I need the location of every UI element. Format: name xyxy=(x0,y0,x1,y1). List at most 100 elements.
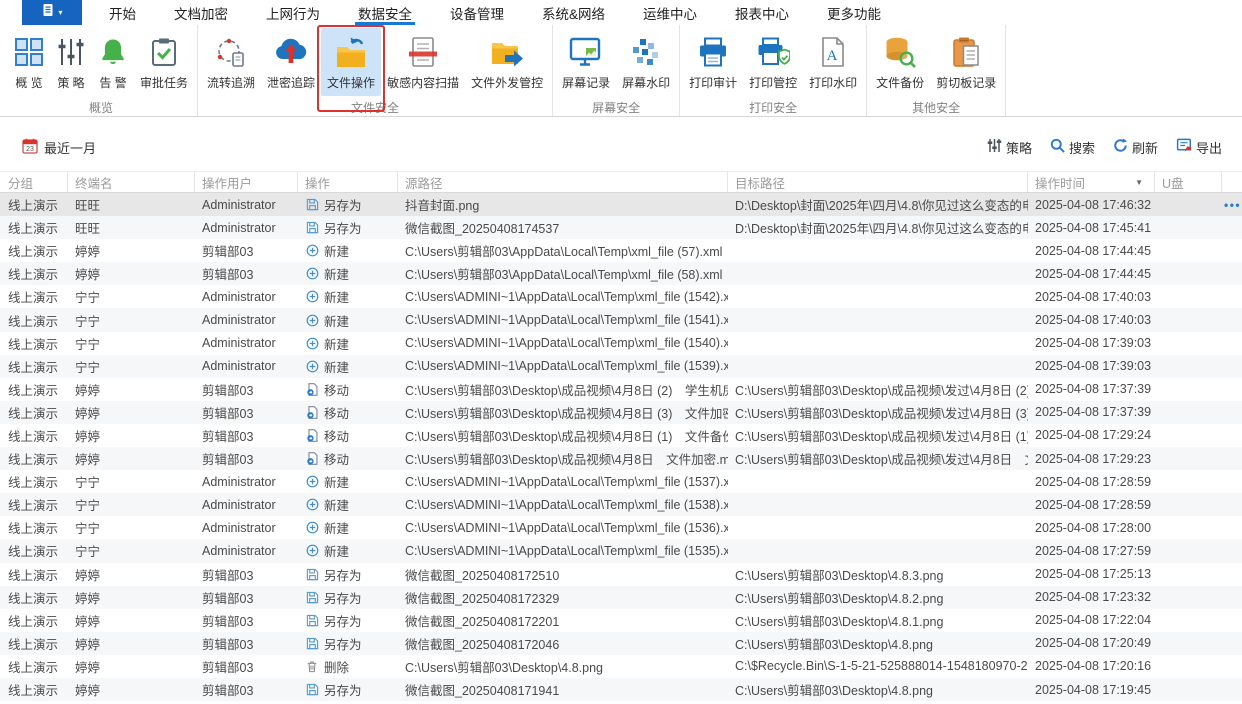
table-row[interactable]: 线上演示 宁宁 Administrator 新建 C:\Users\ADMINI~1\A… xyxy=(0,516,1242,539)
move-icon xyxy=(305,406,319,419)
cell-target-path: C:\Users\剪辑部03\Desktop\4.8.2.png xyxy=(735,591,944,606)
column-filter-caret-icon[interactable]: ▼ xyxy=(1135,178,1147,187)
ribbon-item-文件外发管控[interactable]: 文件外发管控 xyxy=(465,28,549,96)
cell-group: 线上演示 xyxy=(8,383,59,398)
cell-operation: 删除 xyxy=(298,655,398,678)
file-backup-icon xyxy=(884,32,917,72)
ribbon-item-告警[interactable]: 告 警 xyxy=(92,28,134,96)
ribbon-item-屏幕水印[interactable]: 屏幕水印 xyxy=(616,28,676,96)
ribbon-item-打印审计[interactable]: 打印审计 xyxy=(683,28,743,96)
tab-设备管理[interactable]: 设备管理 xyxy=(449,0,505,25)
column-header-操作用户[interactable]: 操作用户 xyxy=(195,172,298,192)
cell-time: 2025-04-08 17:44:45 xyxy=(1035,243,1152,258)
cell-operation: 新建 xyxy=(298,539,398,562)
table-row[interactable]: 线上演示 宁宁 Administrator 新建 C:\Users\ADMINI~1\A… xyxy=(0,470,1242,493)
ribbon-item-概览[interactable]: 概 览 xyxy=(8,28,50,96)
cell-row-menu xyxy=(1222,609,1242,632)
table-row[interactable]: 线上演示 宁宁 Administrator 新建 C:\Users\ADMINI~1\A… xyxy=(0,354,1242,378)
print-audit-icon xyxy=(697,32,729,72)
ribbon-group-items: 文件备份 剪切板记录 xyxy=(870,25,1002,96)
operation-label: 新建 xyxy=(324,314,350,329)
date-filter[interactable]: 23 最近一月 xyxy=(22,138,96,157)
column-header-目标路径[interactable]: 目标路径 xyxy=(728,172,1028,192)
column-header-源路径[interactable]: 源路径 xyxy=(398,172,728,192)
table-row[interactable]: 线上演示 婷婷 剪辑部03 新建 C:\Users\剪辑部03\AppData\Loca… xyxy=(0,262,1242,286)
column-header-终端名[interactable]: 终端名 xyxy=(68,172,195,192)
tab-系统&网络[interactable]: 系统&网络 xyxy=(541,0,606,25)
table-row[interactable]: 线上演示 婷婷 剪辑部03 另存为 微信截图_20250408171941 C:\User… xyxy=(0,677,1242,702)
table-row[interactable]: 线上演示 宁宁 Administrator 新建 C:\Users\ADMINI~1\A… xyxy=(0,493,1242,517)
table-row[interactable]: 线上演示 婷婷 剪辑部03 另存为 微信截图_20250408172201 C:\User… xyxy=(0,609,1242,632)
cell-source-path: C:\Users\剪辑部03\Desktop\4.8.png xyxy=(405,660,603,675)
app-menu-button[interactable]: ▾ xyxy=(22,0,82,25)
table-row[interactable]: 线上演示 婷婷 剪辑部03 新建 C:\Users\剪辑部03\AppData\Loca… xyxy=(0,239,1242,262)
cell-group: 线上演示 xyxy=(8,291,59,306)
ribbon-item-敏感内容扫描[interactable]: 敏感内容扫描 xyxy=(381,28,465,96)
tab-运维中心[interactable]: 运维中心 xyxy=(642,0,698,25)
cell-time: 2025-04-08 17:28:59 xyxy=(1035,497,1152,512)
table-row[interactable]: 线上演示 婷婷 剪辑部03 移动 C:\Users\剪辑部03\Desktop\成品视频… xyxy=(0,424,1242,447)
table-row[interactable]: 线上演示 婷婷 剪辑部03 删除 C:\Users\剪辑部03\Desktop\4.8.… xyxy=(0,655,1242,678)
tab-数据安全[interactable]: 数据安全 xyxy=(355,0,415,25)
cell-row-menu xyxy=(1222,678,1242,701)
toolbar-action-导出[interactable]: 导出 xyxy=(1176,138,1222,157)
column-header-分组[interactable]: 分组 xyxy=(0,172,68,192)
table-row[interactable]: 线上演示 宁宁 Administrator 新建 C:\Users\ADMINI~1\A… xyxy=(0,308,1242,332)
column-header-end xyxy=(1222,172,1242,192)
cell-time: 2025-04-08 17:39:03 xyxy=(1035,336,1152,351)
ribbon-item-审批任务[interactable]: 审批任务 xyxy=(134,28,194,96)
table-header: 分组 终端名 操作用户 操作 源路径 目标路径 操作时间 ▼ U盘 xyxy=(0,171,1242,193)
ribbon-item-文件操作[interactable]: 文件操作 xyxy=(317,25,386,112)
table-row[interactable]: 线上演示 旺旺 Administrator 另存为 抖音封面.png D:\Desktop… xyxy=(0,193,1242,217)
saveas-icon xyxy=(305,637,319,650)
column-header-U盘[interactable]: U盘 xyxy=(1155,172,1222,192)
table-row[interactable]: 线上演示 宁宁 Administrator 新建 C:\Users\ADMINI~1\A… xyxy=(0,332,1242,355)
ribbon-item-屏幕记录[interactable]: 屏幕记录 xyxy=(556,28,616,96)
cell-time: 2025-04-08 17:27:59 xyxy=(1035,543,1152,558)
tab-更多功能[interactable]: 更多功能 xyxy=(826,0,882,25)
search-icon xyxy=(1050,138,1065,156)
table-row[interactable]: 线上演示 婷婷 剪辑部03 移动 C:\Users\剪辑部03\Desktop\成品视频… xyxy=(0,447,1242,471)
toolbar-action-刷新[interactable]: 刷新 xyxy=(1113,138,1158,157)
tab-bar: ▾ 开始 文档加密 上网行为 数据安全 设备管理 系统&网络 运维中心 报表中心 更多功能 xyxy=(0,0,1242,25)
column-header-操作[interactable]: 操作 xyxy=(298,172,398,192)
column-header-操作时间[interactable]: 操作时间 ▼ xyxy=(1028,172,1155,192)
tab-开始[interactable]: 开始 xyxy=(108,0,137,25)
cell-operation: 另存为 xyxy=(298,632,398,655)
ribbon-item-策略[interactable]: 策 略 xyxy=(50,28,92,96)
table-row[interactable]: 线上演示 婷婷 剪辑部03 移动 C:\Users\剪辑部03\Desktop\成品视频… xyxy=(0,378,1242,401)
ribbon-item-打印水印[interactable]: A 打印水印 xyxy=(803,28,863,96)
cell-terminal: 婷婷 xyxy=(75,383,101,398)
cell-time: 2025-04-08 17:22:04 xyxy=(1035,613,1152,628)
ribbon-item-打印管控[interactable]: 打印管控 xyxy=(743,28,803,96)
table-row[interactable]: 线上演示 宁宁 Administrator 新建 C:\Users\ADMINI~1\A… xyxy=(0,285,1242,308)
cell-user: 剪辑部03 xyxy=(202,637,254,652)
ribbon-item-文件备份[interactable]: 文件备份 xyxy=(870,28,930,96)
ribbon-item-泄密追踪[interactable]: 泄密追踪 xyxy=(261,28,321,96)
ribbon-item-label: 屏幕记录 xyxy=(562,76,611,90)
table-row[interactable]: 线上演示 旺旺 Administrator 另存为 微信截图_2025040817453… xyxy=(0,216,1242,240)
cell-time: 2025-04-08 17:37:39 xyxy=(1035,382,1152,397)
ribbon-item-剪切板记录[interactable]: 剪切板记录 xyxy=(930,28,1002,96)
cell-terminal: 旺旺 xyxy=(75,222,101,237)
cell-group: 线上演示 xyxy=(8,591,59,606)
ribbon-item-流转追溯[interactable]: 流转追溯 xyxy=(201,28,261,96)
table-row[interactable]: 线上演示 宁宁 Administrator 新建 C:\Users\ADMINI~1\A… xyxy=(0,539,1242,563)
tab-文档加密[interactable]: 文档加密 xyxy=(173,0,229,25)
cell-row-menu xyxy=(1222,655,1242,678)
tab-报表中心[interactable]: 报表中心 xyxy=(734,0,790,25)
table-row[interactable]: 线上演示 婷婷 剪辑部03 另存为 微信截图_20250408172046 C:\User… xyxy=(0,631,1242,655)
cell-time: 2025-04-08 17:19:45 xyxy=(1035,682,1152,697)
toolbar-action-策略[interactable]: 策略 xyxy=(987,138,1032,157)
table-row[interactable]: 线上演示 婷婷 剪辑部03 另存为 微信截图_20250408172510 C:\User… xyxy=(0,563,1242,586)
cell-time: 2025-04-08 17:45:41 xyxy=(1035,220,1152,235)
row-menu-button[interactable]: ••• xyxy=(1224,198,1241,212)
table-row[interactable]: 线上演示 婷婷 剪辑部03 另存为 微信截图_20250408172329 C:\User… xyxy=(0,585,1242,609)
operation-label: 移动 xyxy=(324,406,350,421)
tab-上网行为[interactable]: 上网行为 xyxy=(265,0,321,25)
table-row[interactable]: 线上演示 婷婷 剪辑部03 移动 C:\Users\剪辑部03\Desktop\成品视频… xyxy=(0,400,1242,424)
cell-user: Administrator xyxy=(202,197,276,212)
cell-target-path xyxy=(728,308,1028,331)
cell-target-path xyxy=(728,470,1028,493)
toolbar-action-搜索[interactable]: 搜索 xyxy=(1050,138,1095,157)
